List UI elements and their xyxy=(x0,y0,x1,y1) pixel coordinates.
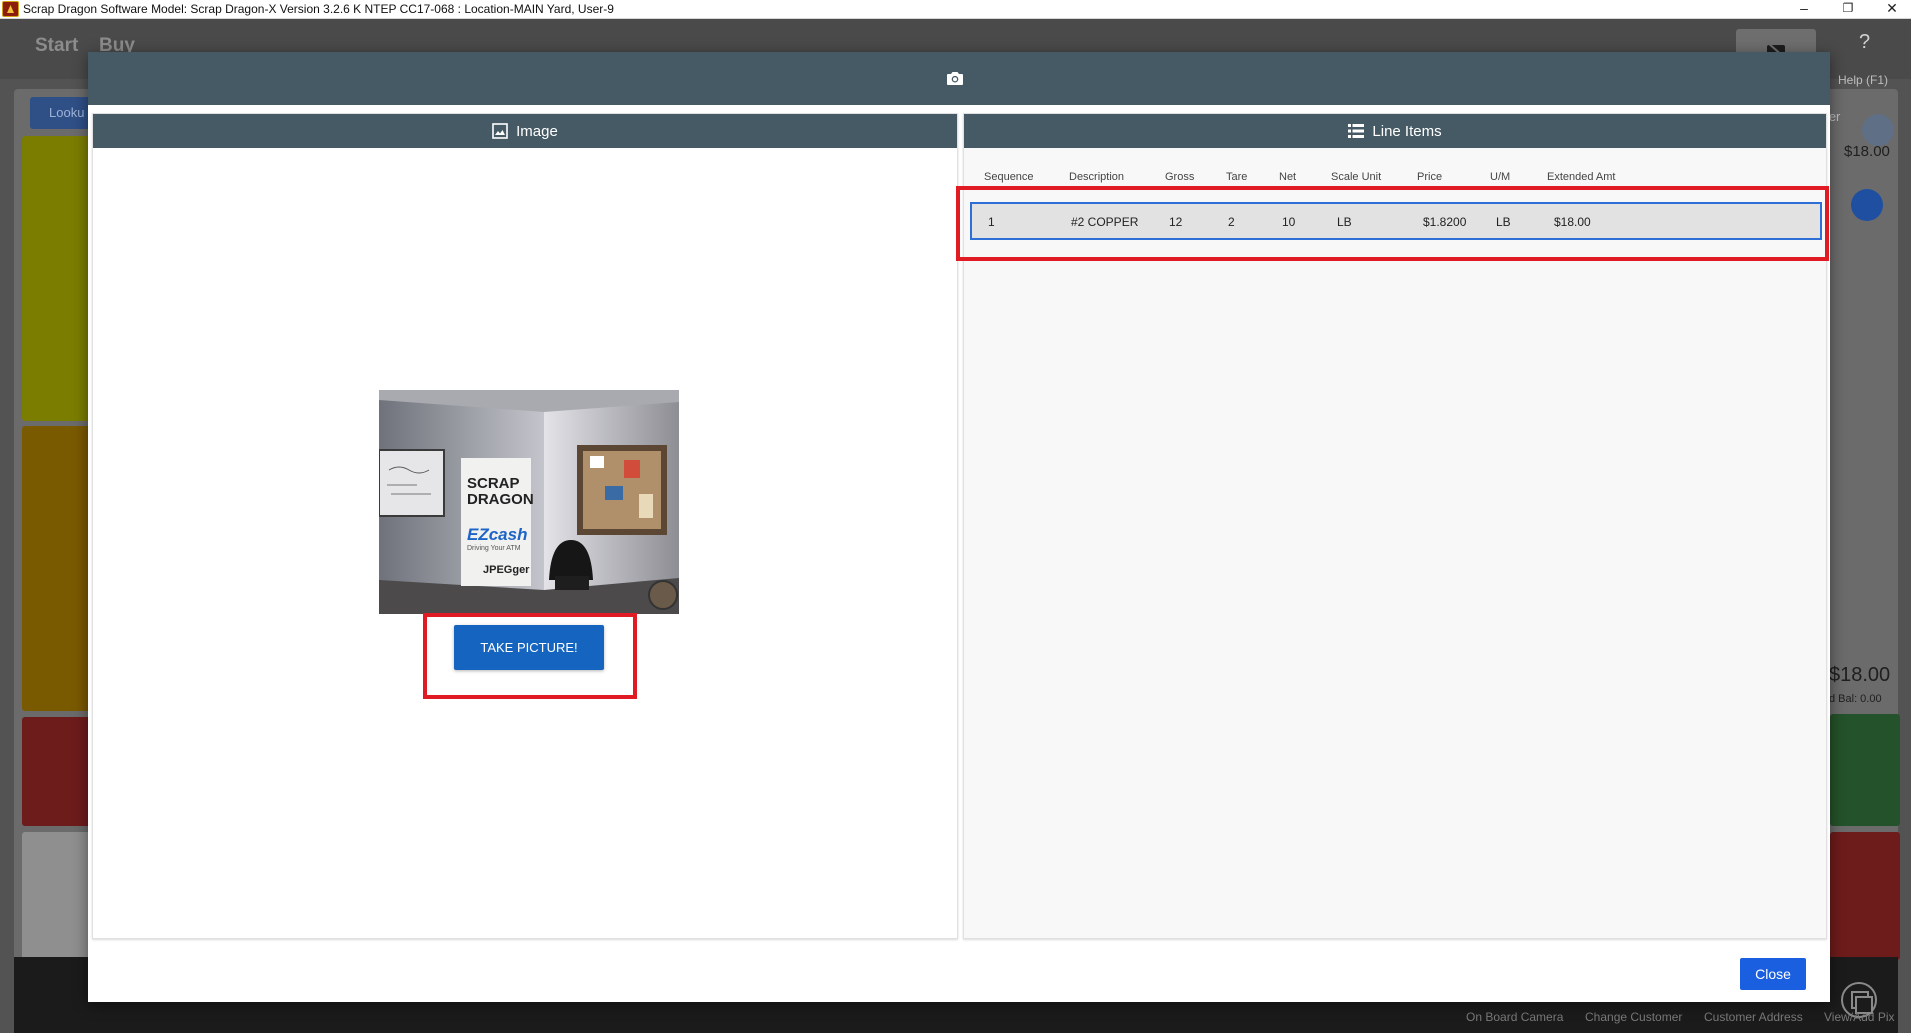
line-items-pane: Line Items Sequence Description Gross Ta… xyxy=(956,113,1829,939)
col-scale-unit: Scale Unit xyxy=(1331,171,1382,183)
trash-icon[interactable] xyxy=(1851,189,1883,221)
minimize-button[interactable]: – xyxy=(1782,0,1826,18)
col-um: U/M xyxy=(1490,171,1511,183)
image-pane-title: Image xyxy=(516,122,558,140)
col-price: Price xyxy=(1417,171,1443,183)
modal-header xyxy=(88,52,1830,105)
cell-scale-unit: LB xyxy=(1337,215,1352,229)
svg-text:EZcash: EZcash xyxy=(467,525,527,544)
cell-extended-amt: $18.00 xyxy=(1554,215,1591,229)
total-amount: $18.00 xyxy=(1829,664,1891,686)
customer-avatar-icon xyxy=(1862,114,1894,146)
camera-preview-image: SCRAP DRAGON EZcash Driving Your ATM JPE… xyxy=(379,390,679,614)
restore-button[interactable]: ❐ xyxy=(1826,0,1870,18)
footer-view-add-pix[interactable]: View/Add Pix xyxy=(1824,1010,1894,1024)
cell-tare: 2 xyxy=(1228,215,1235,229)
balance-partial: d Bal: 0.00 xyxy=(1829,693,1882,705)
col-extended-amt: Extended Amt xyxy=(1547,171,1616,183)
top-amount: $18.00 xyxy=(1844,143,1890,160)
cell-gross: 12 xyxy=(1169,215,1183,229)
tile-red-right[interactable] xyxy=(1830,832,1900,960)
col-description: Description xyxy=(1069,171,1125,183)
take-picture-button[interactable]: TAKE PICTURE! xyxy=(454,625,604,670)
window-title-bar: Scrap Dragon Software Model: Scrap Drago… xyxy=(0,0,1911,19)
footer-change-customer[interactable]: Change Customer xyxy=(1585,1010,1682,1024)
camera-icon xyxy=(947,72,963,85)
cell-net: 10 xyxy=(1282,215,1296,229)
svg-text:JPEGger: JPEGger xyxy=(483,564,530,576)
window-title: Scrap Dragon Software Model: Scrap Drago… xyxy=(23,2,614,16)
col-gross: Gross xyxy=(1165,171,1195,183)
col-tare: Tare xyxy=(1226,171,1248,183)
image-icon xyxy=(492,123,508,139)
svg-text:Driving Your ATM: Driving Your ATM xyxy=(467,545,521,552)
svg-text:SCRAP: SCRAP xyxy=(467,475,520,492)
tile-green-right[interactable] xyxy=(1830,714,1900,826)
cell-um: LB xyxy=(1496,215,1511,229)
line-items-pane-title: Line Items xyxy=(1372,122,1442,140)
lookup-button[interactable]: Looku xyxy=(30,97,94,129)
cell-price: $1.8200 xyxy=(1423,215,1467,229)
image-pane: Image SCRAP DRAGON EZcash Driving Your A… xyxy=(92,113,958,939)
help-button[interactable]: Help (F1) xyxy=(1838,73,1888,87)
line-items-pane-header: Line Items xyxy=(964,114,1826,148)
camera-modal: Image SCRAP DRAGON EZcash Driving Your A… xyxy=(88,52,1830,1002)
tile-yellow[interactable] xyxy=(22,136,94,421)
table-row[interactable]: 1 #2 COPPER 12 2 10 LB $1.8200 LB $18.00 xyxy=(970,202,1822,240)
cell-sequence: 1 xyxy=(988,215,995,229)
tile-grey[interactable] xyxy=(22,832,94,960)
svg-text:DRAGON: DRAGON xyxy=(467,491,534,508)
close-window-button[interactable]: ✕ xyxy=(1870,0,1911,18)
tile-orange[interactable] xyxy=(22,426,94,711)
tile-red[interactable] xyxy=(22,717,94,826)
footer-customer-address[interactable]: Customer Address xyxy=(1704,1010,1803,1024)
close-button[interactable]: Close xyxy=(1740,958,1806,990)
app-logo-icon xyxy=(2,1,19,17)
col-net: Net xyxy=(1279,171,1297,183)
list-icon xyxy=(1348,124,1365,138)
nav-start[interactable]: Start xyxy=(35,35,78,57)
cell-description: #2 COPPER xyxy=(1071,215,1139,229)
help-icon: ? xyxy=(1859,31,1871,53)
footer-on-board-camera[interactable]: On Board Camera xyxy=(1466,1010,1563,1024)
image-pane-header: Image xyxy=(93,114,957,148)
col-sequence: Sequence xyxy=(984,171,1034,183)
